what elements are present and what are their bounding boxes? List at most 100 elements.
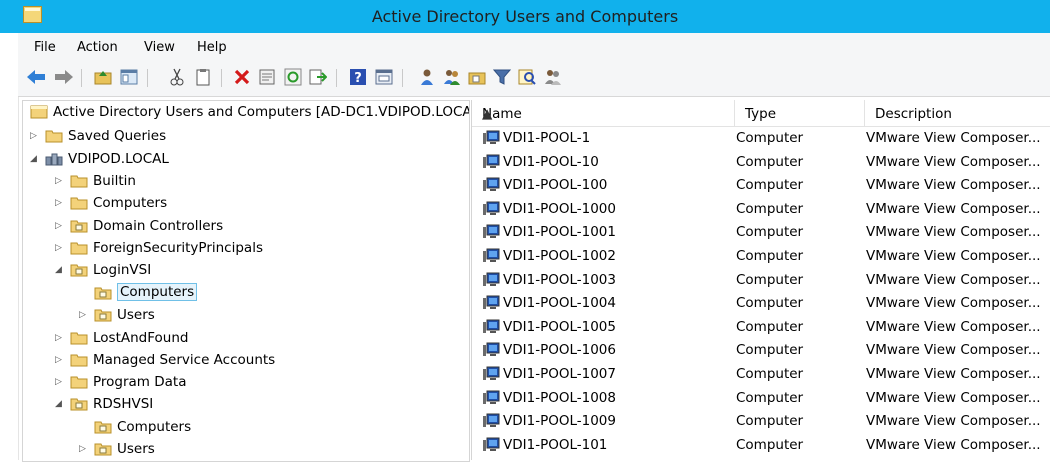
help-icon[interactable]: ? [349, 68, 367, 86]
tree-item-label: Saved Queries [68, 128, 167, 144]
add-to-group-icon[interactable] [544, 68, 562, 86]
tree-item[interactable]: ▷ Domain Controllers [23, 216, 469, 238]
list-item[interactable]: VDI1-POOL-1005 Computer VMware View Compos… [472, 316, 1050, 339]
list-item[interactable]: VDI1-POOL-1001 Computer VMware View Compos… [472, 221, 1050, 244]
cell-type: Computer [736, 389, 804, 406]
tree-item-label: Builtin [93, 173, 136, 189]
menu-file[interactable]: File [34, 40, 56, 55]
expand-arrow-icon[interactable]: ▷ [55, 354, 65, 366]
new-user-icon[interactable] [418, 68, 436, 86]
svg-text:?: ? [354, 71, 362, 86]
expand-arrow-icon[interactable]: ▷ [55, 376, 65, 388]
export-icon[interactable] [309, 68, 327, 86]
tree-item[interactable]: ◢ RDSHVSI [23, 394, 469, 416]
tree-item[interactable]: ◢ VDIPOD.LOCAL [23, 149, 469, 171]
tree-item[interactable]: Computers [23, 417, 469, 439]
cell-name: VDI1-POOL-101 [503, 436, 608, 453]
cell-type: Computer [736, 295, 804, 312]
tree-item[interactable]: ▷ Program Data [23, 372, 469, 394]
collapse-arrow-icon[interactable]: ◢ [55, 264, 65, 276]
tree-item[interactable]: ▷ ForeignSecurityPrincipals [23, 238, 469, 260]
list-item[interactable]: VDI1-POOL-1002 Computer VMware View Compos… [472, 245, 1050, 268]
refresh-icon[interactable] [284, 68, 302, 86]
tree-item[interactable]: ▷ Users [23, 305, 469, 327]
list-item[interactable]: VDI1-POOL-100 Computer VMware View Compose… [472, 174, 1050, 197]
tree-item-label: ForeignSecurityPrincipals [93, 240, 263, 256]
cell-description: VMware View Composer... [866, 130, 1041, 146]
column-header-description[interactable]: Description [865, 100, 1050, 127]
list-item[interactable]: VDI1-POOL-1004 Computer VMware View Compos… [472, 292, 1050, 315]
computer-icon [482, 342, 500, 358]
expand-arrow-icon[interactable]: ▷ [55, 332, 65, 344]
column-header-name[interactable]: Name ▲ [472, 100, 735, 127]
console-icon[interactable] [375, 68, 393, 86]
list-item[interactable]: VDI1-POOL-1008 Computer VMware View Compos… [472, 387, 1050, 410]
results-list[interactable]: Name ▲ Type Description VDI1-POOL-1 Comput… [471, 100, 1050, 460]
properties-icon[interactable] [258, 68, 276, 86]
tree-item[interactable]: Active Directory Users and Computers [AD… [23, 102, 469, 124]
tree-item[interactable]: ▷ Users [23, 439, 469, 461]
ou-icon [70, 397, 88, 411]
column-header-type[interactable]: Type [735, 100, 865, 127]
cell-type: Computer [736, 271, 804, 288]
show-hide-tree-icon[interactable] [120, 68, 138, 86]
menu-action[interactable]: Action [77, 40, 118, 55]
list-item[interactable]: VDI1-POOL-1009 Computer VMware View Compos… [472, 410, 1050, 433]
tree-item[interactable]: ▷ Builtin [23, 171, 469, 193]
cell-description: VMware View Composer... [866, 177, 1041, 194]
expand-arrow-icon[interactable]: ▷ [55, 220, 65, 232]
filter-icon[interactable] [493, 68, 511, 86]
computer-icon [482, 366, 500, 382]
list-item[interactable]: VDI1-POOL-101 Computer VMware View Compose… [472, 434, 1050, 457]
list-item[interactable]: VDI1-POOL-1003 Computer VMware View Compos… [472, 269, 1050, 292]
copy-icon[interactable] [194, 68, 212, 86]
cut-icon[interactable] [168, 68, 186, 86]
folder-icon [70, 375, 88, 389]
cell-description: VMware View Composer... [866, 248, 1041, 264]
computer-icon [482, 319, 500, 335]
expand-arrow-icon[interactable]: ▷ [55, 175, 65, 187]
computer-icon [482, 224, 500, 240]
toolbar-separator [147, 69, 148, 87]
toolbar-separator [402, 69, 403, 87]
tree-item[interactable]: Computers [23, 283, 469, 305]
menu-view[interactable]: View [144, 40, 175, 55]
list-item[interactable]: VDI1-POOL-1006 Computer VMware View Compos… [472, 339, 1050, 362]
tree-item[interactable]: ▷ Computers [23, 193, 469, 215]
tree-item[interactable]: ▷ LostAndFound [23, 328, 469, 350]
cell-type: Computer [736, 153, 804, 170]
list-item[interactable]: VDI1-POOL-1000 Computer VMware View Compos… [472, 198, 1050, 221]
cell-description: VMware View Composer... [866, 224, 1041, 241]
column-type-label: Type [745, 106, 777, 122]
cell-type: Computer [736, 342, 804, 359]
expand-arrow-icon[interactable]: ▷ [55, 197, 65, 209]
ou-icon [94, 442, 112, 456]
find-icon[interactable] [518, 68, 536, 86]
new-ou-icon[interactable] [468, 68, 486, 86]
new-group-icon[interactable] [443, 68, 461, 86]
list-item[interactable]: VDI1-POOL-1007 Computer VMware View Compos… [472, 363, 1050, 386]
delete-icon[interactable] [233, 68, 251, 86]
tree-item[interactable]: ▷ Managed Service Accounts [23, 350, 469, 372]
forward-icon[interactable] [54, 68, 73, 86]
collapse-arrow-icon[interactable]: ◢ [30, 153, 40, 165]
list-item[interactable]: VDI1-POOL-1 Computer VMware View Composer.… [472, 127, 1050, 150]
collapse-arrow-icon[interactable]: ◢ [55, 398, 65, 410]
console-tree[interactable]: Active Directory Users and Computers [AD… [22, 100, 470, 462]
list-item[interactable]: VDI1-POOL-10 Computer VMware View Composer… [472, 151, 1050, 174]
tree-item[interactable]: ◢ LoginVSI [23, 260, 469, 282]
tree-item-label: RDSHVSI [93, 396, 154, 412]
menu-help[interactable]: Help [197, 40, 227, 55]
tree-item-label: Computers [117, 283, 198, 301]
domain-icon [45, 152, 63, 166]
expand-arrow-icon[interactable]: ▷ [79, 443, 89, 455]
cell-description: VMware View Composer... [866, 366, 1041, 382]
cell-type: Computer [736, 224, 804, 241]
expand-arrow-icon[interactable]: ▷ [30, 130, 40, 142]
expand-arrow-icon[interactable]: ▷ [79, 309, 89, 321]
tree-item[interactable]: ▷ Saved Queries [23, 126, 469, 148]
computer-icon [482, 272, 500, 288]
expand-arrow-icon[interactable]: ▷ [55, 242, 65, 254]
back-icon[interactable] [26, 68, 45, 86]
up-folder-icon[interactable] [94, 68, 112, 86]
